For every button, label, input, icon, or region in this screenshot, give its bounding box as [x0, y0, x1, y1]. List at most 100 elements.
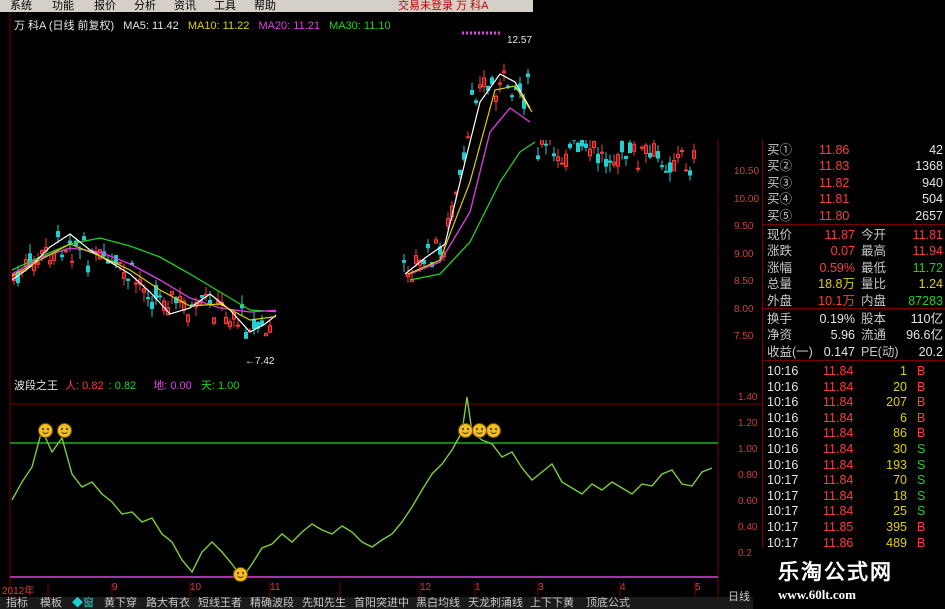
candle-body: [82, 236, 86, 241]
candle-body: [688, 170, 692, 176]
candle-body: [260, 320, 264, 326]
candle-body: [244, 331, 248, 339]
trade-time: 10:16: [767, 426, 799, 441]
tab-item[interactable]: 模板: [40, 597, 62, 609]
menu-item-news[interactable]: 资讯: [174, 0, 196, 12]
period-button[interactable]: 日线: [728, 588, 750, 604]
tab-item[interactable]: 黄下穿: [104, 597, 137, 609]
candle-body: [402, 260, 406, 263]
ma5-label: MA5: 11.42: [123, 20, 179, 32]
menu-item-analysis[interactable]: 分析: [134, 0, 156, 12]
low-price-mark: ←7.42: [245, 356, 275, 367]
trade-side: S: [917, 473, 926, 488]
quote-label: 最高: [861, 244, 887, 259]
indicator-ren-value: : 0.82: [108, 380, 137, 392]
login-status[interactable]: 交易未登录 万 科A: [398, 0, 488, 12]
order-volume: 940: [922, 175, 943, 190]
menu-item-quote[interactable]: 报价: [94, 0, 116, 12]
tab-item[interactable]: 指标: [6, 597, 28, 609]
trade-time: 10:17: [767, 488, 799, 503]
candle-body: [200, 295, 204, 298]
candle-body: [60, 254, 64, 258]
quote-value: 87283: [908, 293, 943, 308]
date-tick: 5: [695, 582, 701, 593]
candle-body: [86, 265, 90, 273]
trade-time: 10:17: [767, 504, 799, 519]
chart-info-bar: 万 科A (日线 前复权) MA5: 11.42 MA10: 11.22 MA2…: [14, 17, 391, 33]
candle-body: [636, 167, 640, 170]
quote-label: 最低: [861, 260, 887, 275]
trade-time: 10:16: [767, 395, 799, 410]
candle-body: [236, 324, 240, 327]
indicator-tick: 0.80: [738, 470, 758, 481]
watermark-title: 乐淘公式网: [778, 561, 893, 584]
menu-item-system[interactable]: 系统: [10, 0, 32, 12]
tab-item[interactable]: 天龙刺涌线: [468, 597, 523, 609]
date-tick: 12: [420, 582, 432, 593]
indicator-tab-bar: 指标 模板 ◆窗 黄下穿 路大有衣 短线王者 精确波段 先知先生 首阳突进中 黑…: [0, 597, 760, 609]
trade-side: B: [917, 410, 926, 425]
quote-label: 内盘: [861, 293, 887, 308]
trade-side: S: [917, 488, 926, 503]
trade-time: 10:16: [767, 364, 799, 378]
menu-item-help[interactable]: 帮助: [254, 0, 276, 12]
order-volume: 504: [922, 192, 943, 207]
smiley-icon: [57, 423, 72, 438]
tab-item[interactable]: 上下下黄: [530, 597, 574, 609]
candle-body: [628, 142, 632, 154]
candle-body: [466, 136, 470, 139]
indicator-info-bar: 波段之王 人: 0.82 : 0.82 地: 0.00 天: 1.00: [14, 377, 239, 393]
trade-side: B: [917, 395, 926, 410]
tab-item[interactable]: 顶底公式: [586, 597, 630, 609]
tab-item[interactable]: 精确波段: [250, 597, 294, 609]
date-tick: 3: [538, 582, 544, 593]
menu-item-function[interactable]: 功能: [52, 0, 74, 12]
indicator-tick: 1.40: [738, 392, 758, 403]
stat-value: 110亿: [910, 312, 943, 326]
trade-price: 11.84: [823, 379, 854, 394]
order-volume: 42: [929, 143, 943, 157]
tab-item[interactable]: 路大有衣: [146, 597, 190, 609]
ma5-line: [11, 233, 281, 333]
tab-item[interactable]: 先知先生: [302, 597, 346, 609]
trade-price: 11.84: [823, 457, 854, 472]
candle-body: [664, 170, 668, 173]
order-price: 11.83: [819, 159, 850, 174]
candle-body: [552, 153, 556, 157]
date-tick: 4: [620, 582, 626, 593]
trade-price: 11.85: [823, 520, 854, 534]
candle-body: [584, 143, 588, 148]
candle-body: [620, 141, 624, 153]
order-label: 买②: [767, 159, 793, 174]
tab-item[interactable]: 短线王者: [198, 597, 242, 609]
trade-side: S: [917, 457, 926, 472]
order-price: 11.80: [819, 208, 850, 223]
ma20-label: MA20: 11.21: [258, 20, 320, 32]
order-label: 买④: [767, 192, 793, 207]
menu-item-tools[interactable]: 工具: [214, 0, 236, 12]
indicator-tick: 1.20: [738, 418, 758, 429]
smiley-icon: [472, 423, 487, 438]
candle-body: [150, 301, 154, 310]
candle-body: [252, 319, 256, 330]
tab-item[interactable]: 首阳突进中: [354, 597, 409, 609]
candle-body: [68, 240, 72, 244]
candle-body: [118, 261, 122, 264]
trade-volume: 1: [900, 364, 907, 378]
stat-label: 换手: [767, 312, 793, 326]
menu-bar: 系统 功能 报价 分析 资讯 工具 帮助 交易未登录 万 科A: [0, 0, 533, 12]
candle-body: [56, 231, 60, 238]
quote-value: 18.8万: [818, 277, 855, 292]
candle-body: [158, 295, 162, 298]
trade-side: S: [917, 504, 926, 519]
trade-price: 11.84: [823, 473, 854, 488]
candle-body: [604, 158, 608, 167]
tab-item[interactable]: 黑白均线: [416, 597, 460, 609]
candle-body: [64, 250, 68, 253]
quote-label: 涨幅: [767, 260, 793, 275]
trade-volume: 6: [900, 410, 907, 425]
candle-body: [680, 149, 684, 152]
stat-value: 5.96: [830, 328, 855, 343]
price-tick: 9.00: [734, 248, 754, 260]
tab-item[interactable]: ◆窗: [72, 597, 94, 609]
